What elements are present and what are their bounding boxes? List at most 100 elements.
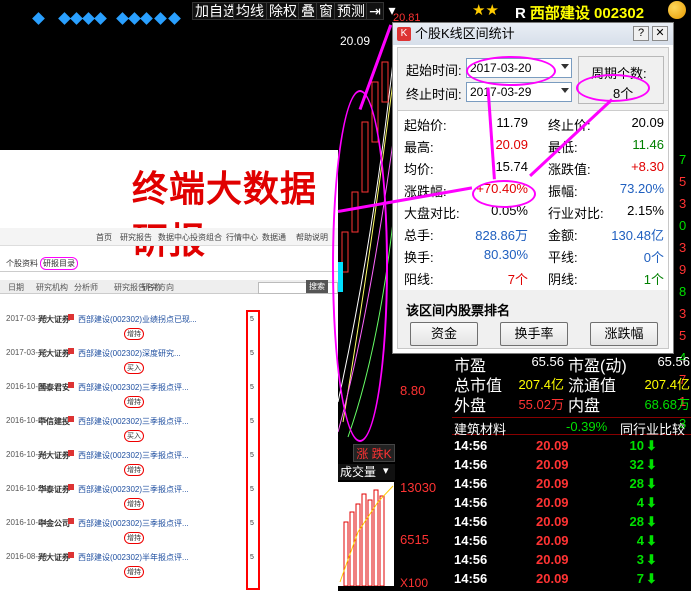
- tick-time: 14:56: [454, 476, 488, 491]
- rank-by-fund-button[interactable]: 资金: [410, 322, 478, 346]
- nav-datatong[interactable]: 数据通: [262, 232, 286, 243]
- report-org: 中金公司: [38, 519, 70, 528]
- overlay-button[interactable]: 叠: [298, 2, 318, 20]
- tick-price: 20.09: [536, 495, 569, 510]
- tick-volume: 4: [636, 533, 644, 548]
- report-row[interactable]: 2016-10-24 华泰证券 西部建设(002302)三季报点评... 增持 …: [0, 480, 338, 516]
- rank-title: 该区间内股票排名: [406, 303, 511, 318]
- globe-icon[interactable]: [668, 1, 686, 19]
- report-rating: 买入: [124, 362, 144, 374]
- stat-label: 涨跌值:: [548, 162, 591, 177]
- report-title[interactable]: 西部建设(002302)三季报点评...: [78, 518, 189, 529]
- tab-stock-info[interactable]: 个股资料: [6, 258, 38, 269]
- nav-portfolio[interactable]: 投资组合: [190, 232, 222, 243]
- report-title[interactable]: 西部建设(002302)三季报点评...: [78, 416, 189, 427]
- flag-icon[interactable]: ⇥: [366, 2, 384, 20]
- chevron-down-icon: [561, 64, 569, 69]
- quote-value: 68.68万: [644, 397, 690, 412]
- help-button[interactable]: ?: [633, 26, 649, 41]
- current-price-label: 20.09: [340, 34, 371, 48]
- report-title[interactable]: 西部建设(002302)三季报点评...: [78, 484, 189, 495]
- pdf-icon: [68, 450, 74, 456]
- industry-row[interactable]: 建筑材料 -0.39% 同行业比较: [452, 417, 691, 437]
- chevron-down-icon[interactable]: ▾: [383, 464, 389, 477]
- report-row[interactable]: 2017-03-12 光大证券 西部建设(002302)深度研究... 买入 5: [0, 344, 338, 380]
- report-title[interactable]: 西部建设(002302)深度研究...: [78, 348, 181, 359]
- diamond-marker-icon: [58, 12, 71, 25]
- volume-axis-label: 13030: [400, 480, 437, 495]
- diamond-marker-icon: [94, 12, 107, 25]
- quote-summary: 市盈 65.56 市盈(动) 65.56 总市值 207.4亿 流通值 207.4…: [454, 352, 691, 416]
- pdf-icon: [68, 484, 74, 490]
- diamond-marker-icon: [128, 12, 141, 25]
- window-button[interactable]: 窗: [316, 2, 336, 20]
- chevron-down-icon: [561, 88, 569, 93]
- stat-value: 20.09: [631, 115, 664, 130]
- side-digit: 7: [679, 152, 687, 167]
- stat-label: 换手:: [404, 250, 434, 265]
- diamond-marker-icon: [154, 12, 167, 25]
- stats-panel: 起始价: 11.79 终止价: 20.09 最高: 20.09 最低: 11.46…: [398, 110, 668, 290]
- header-analyst: 分析师: [74, 283, 98, 292]
- moving-average-button[interactable]: 均线: [233, 2, 267, 20]
- tab-report-list[interactable]: 研报目录: [40, 257, 78, 270]
- report-title[interactable]: 西部建设(002302)半年报点评...: [78, 552, 189, 563]
- arrow-down-icon: ⬇: [646, 552, 657, 567]
- report-row[interactable]: 2016-10-24 光大证券 西部建设(002302)三季报点评... 增持 …: [0, 446, 338, 482]
- nav-data[interactable]: 数据中心: [158, 232, 190, 243]
- nav-help[interactable]: 帮助说明: [296, 232, 328, 243]
- tick-price: 20.09: [536, 514, 569, 529]
- report-row[interactable]: 2016-10-24 中金公司 西部建设(002302)三季报点评... 增持 …: [0, 514, 338, 550]
- rank-by-turnover-button[interactable]: 换手率: [500, 322, 568, 346]
- tab-kline[interactable]: 涨 跌K: [353, 444, 395, 462]
- quote-value: 65.56: [657, 354, 690, 369]
- report-org: 光大证券: [38, 451, 70, 460]
- report-row[interactable]: 2016-10-25 中信建投 西部建设(002302)三季报点评... 买入 …: [0, 412, 338, 448]
- report-rating: 增持: [124, 464, 144, 476]
- report-search-button[interactable]: 搜索: [306, 280, 328, 293]
- report-rating: 增持: [124, 328, 144, 340]
- quote-value: 55.02万: [518, 397, 564, 412]
- stat-label: 均价:: [404, 162, 434, 177]
- report-row[interactable]: 2017-03-28 光大证券 西部建设(002302)业绩拐点已现... 增持…: [0, 310, 338, 346]
- report-org: 国泰君安: [38, 383, 70, 392]
- tick-price: 20.09: [536, 552, 569, 567]
- stock-code: 002302: [594, 5, 645, 22]
- tick-list[interactable]: 14:56 20.09 10 ⬇ 14:56 20.09 32 ⬇ 14:56 20…: [452, 436, 691, 591]
- rank-by-change-button[interactable]: 涨跌幅: [590, 322, 658, 346]
- report-title[interactable]: 西部建设(002302)三季报点评...: [78, 450, 189, 461]
- header-org: 研究机构: [36, 283, 68, 292]
- nav-research[interactable]: 研究报告: [120, 232, 152, 243]
- report-row[interactable]: 2016-08-28 光大证券 西部建设(002302)半年报点评... 增持 …: [0, 548, 338, 584]
- tick-volume: 7: [636, 571, 644, 586]
- industry-change: -0.39%: [566, 419, 608, 434]
- volume-svg: [339, 485, 394, 587]
- tick-time: 14:56: [454, 533, 488, 548]
- tick-volume: 4: [636, 495, 644, 510]
- report-row[interactable]: 2016-10-25 国泰君安 西部建设(002302)三季报点评... 增持 …: [0, 378, 338, 414]
- report-rating: 增持: [124, 532, 144, 544]
- stat-label: 平线:: [548, 250, 578, 265]
- stat-value: 11.79: [496, 115, 528, 130]
- quote-value: 207.4亿: [644, 377, 690, 392]
- tick-price: 20.09: [536, 533, 569, 548]
- header-direction: 研究方向: [142, 283, 174, 292]
- side-digit: 5: [679, 174, 687, 189]
- report-title[interactable]: 西部建设(002302)业绩拐点已现...: [78, 314, 197, 325]
- stat-label: 金额:: [548, 228, 578, 243]
- banner-area: 终端大数据研报: [0, 150, 338, 262]
- nav-market[interactable]: 行情中心: [226, 232, 258, 243]
- start-time-label: 起始时间:: [406, 63, 462, 78]
- close-button[interactable]: ✕: [652, 26, 668, 41]
- forecast-button[interactable]: 预测: [334, 2, 368, 20]
- report-title[interactable]: 西部建设(002302)三季报点评...: [78, 382, 189, 393]
- tick-price: 20.09: [536, 438, 569, 453]
- ex-rights-button[interactable]: 除权: [266, 2, 300, 20]
- nav-home[interactable]: 首页: [96, 232, 112, 243]
- stat-value: 11.46: [632, 137, 664, 152]
- stock-prefix: R: [515, 5, 526, 22]
- report-tabs: 个股资料 研报目录: [0, 256, 338, 272]
- stock-name: 西部建设: [529, 5, 590, 22]
- side-digit: 5: [679, 328, 687, 343]
- research-report-overlay: 终端大数据研报 首页 研究报告 数据中心 投资组合 行情中心 数据通 帮助说明 …: [0, 150, 338, 591]
